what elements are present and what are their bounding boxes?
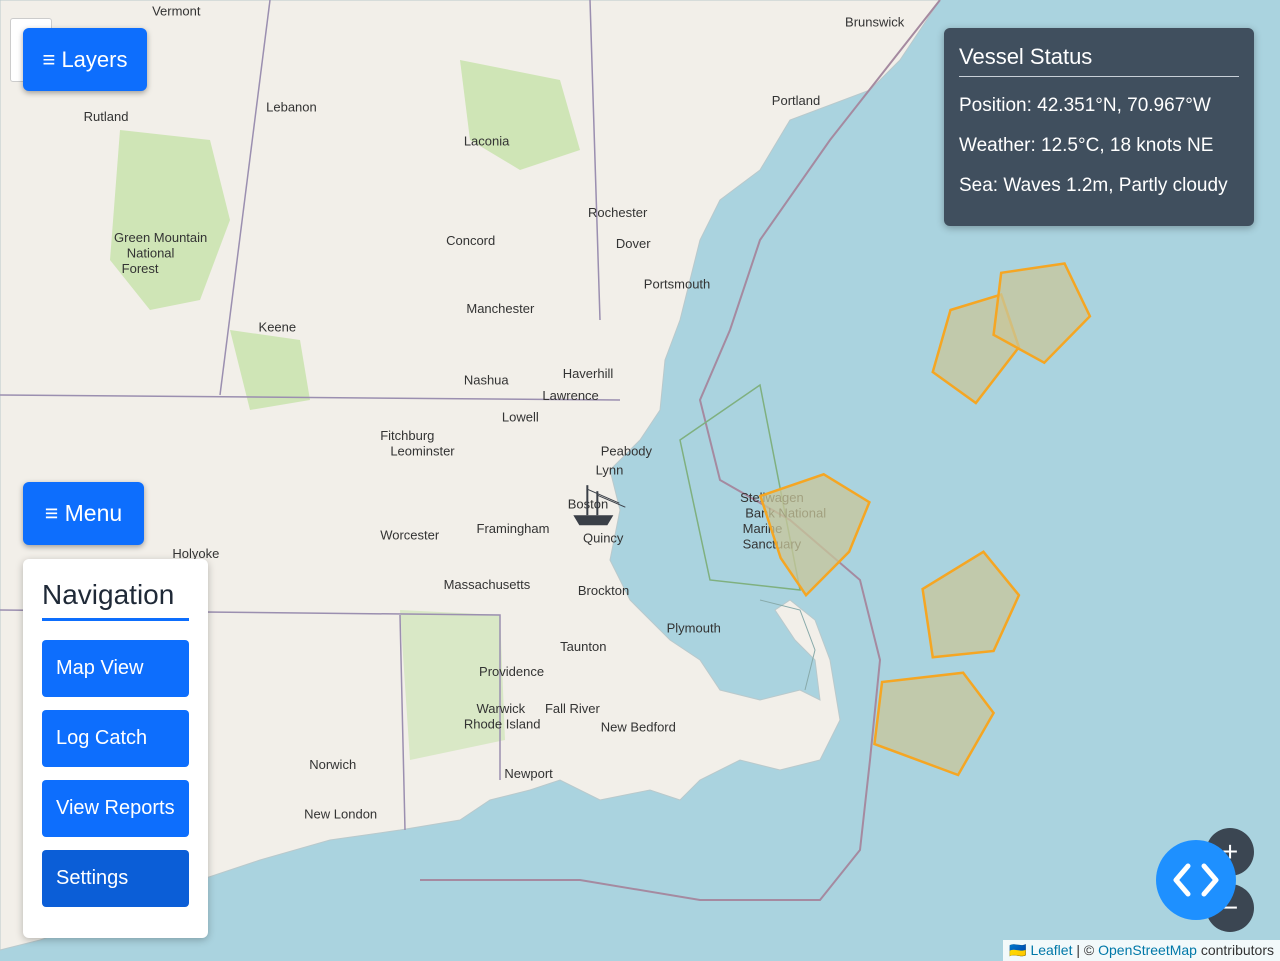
map-label: Green Mountain [114, 230, 207, 245]
map-label: Laconia [464, 134, 510, 149]
chevron-left-right-icon [1173, 863, 1219, 897]
map-label: Rochester [588, 205, 648, 220]
map-label: Rutland [84, 109, 129, 124]
vessel-position: Position: 42.351°N, 70.967°W [959, 95, 1211, 116]
map-label: New Bedford [601, 720, 676, 735]
map-label: Worcester [380, 527, 440, 542]
map-label: Providence [479, 664, 544, 679]
map-label: Massachusetts [444, 577, 531, 592]
map-label: Peabody [601, 444, 653, 459]
map-label: Newport [504, 766, 553, 781]
map-label: Lebanon [266, 100, 317, 115]
map-label: Warwick [477, 701, 526, 716]
osm-link[interactable]: OpenStreetMap [1098, 942, 1197, 958]
map-label: Portland [772, 93, 820, 108]
map-label: Brunswick [845, 15, 905, 30]
navigation-underline [42, 618, 189, 621]
map-label: Norwich [309, 757, 356, 772]
ukraine-flag-icon: 🇺🇦 [1009, 942, 1027, 958]
map-label: Portsmouth [644, 276, 710, 291]
leaflet-link[interactable]: Leaflet [1030, 942, 1072, 958]
layers-button-label: ≡ Layers [42, 46, 128, 72]
map-label: Keene [259, 320, 297, 335]
vessel-sea-state: Sea: Waves 1.2m, Partly cloudy [959, 175, 1228, 196]
map-label: Fall River [545, 701, 601, 716]
map-label: Rhode Island [464, 717, 541, 732]
nav-map-view-button[interactable]: Map View [42, 640, 189, 697]
map-label: Lawrence [542, 388, 598, 403]
map-label: Leominster [390, 444, 455, 459]
map-attribution: 🇺🇦 Leaflet | © OpenStreetMap contributor… [1003, 940, 1280, 961]
map-label: Concord [446, 233, 495, 248]
map-label: National [127, 245, 175, 260]
vessel-status-title: Vessel Status [959, 44, 1093, 69]
pan-arrows-button[interactable] [1156, 840, 1236, 920]
vessel-status-panel: Vessel Status Position: 42.351°N, 70.967… [944, 28, 1254, 226]
map-label: Plymouth [667, 620, 721, 635]
map-label: Lynn [596, 462, 624, 477]
vessel-weather: Weather: 12.5°C, 18 knots NE [959, 135, 1214, 156]
navigation-panel: Navigation Map View Log Catch View Repor… [23, 559, 208, 938]
attribution-separator: | © [1072, 942, 1099, 958]
nav-settings-button[interactable]: Settings [42, 850, 189, 907]
menu-button[interactable]: ≡ Menu [23, 482, 144, 545]
layers-button[interactable]: ≡ Layers [23, 28, 147, 91]
map-label: Manchester [466, 301, 535, 316]
attribution-contributors: contributors [1196, 942, 1274, 958]
map-label: New London [304, 806, 377, 821]
map-label: Lowell [502, 410, 539, 425]
navigation-title: Navigation [42, 579, 175, 610]
map-label: Nashua [464, 372, 510, 387]
forest-patch [400, 610, 505, 760]
map-label: Framingham [477, 521, 550, 536]
map-label: Brockton [578, 583, 629, 598]
nav-view-reports-button[interactable]: View Reports [42, 780, 189, 837]
map-label: Haverhill [563, 366, 614, 381]
map-label: Forest [122, 261, 159, 276]
menu-button-label: ≡ Menu [44, 500, 123, 526]
map-label: Vermont [152, 4, 201, 19]
vessel-status-divider [959, 76, 1239, 77]
nav-log-catch-button[interactable]: Log Catch [42, 710, 189, 767]
map-label: Fitchburg [380, 428, 434, 443]
map-label: Dover [616, 236, 651, 251]
map-label: Quincy [583, 531, 624, 546]
map-label: Taunton [560, 639, 606, 654]
